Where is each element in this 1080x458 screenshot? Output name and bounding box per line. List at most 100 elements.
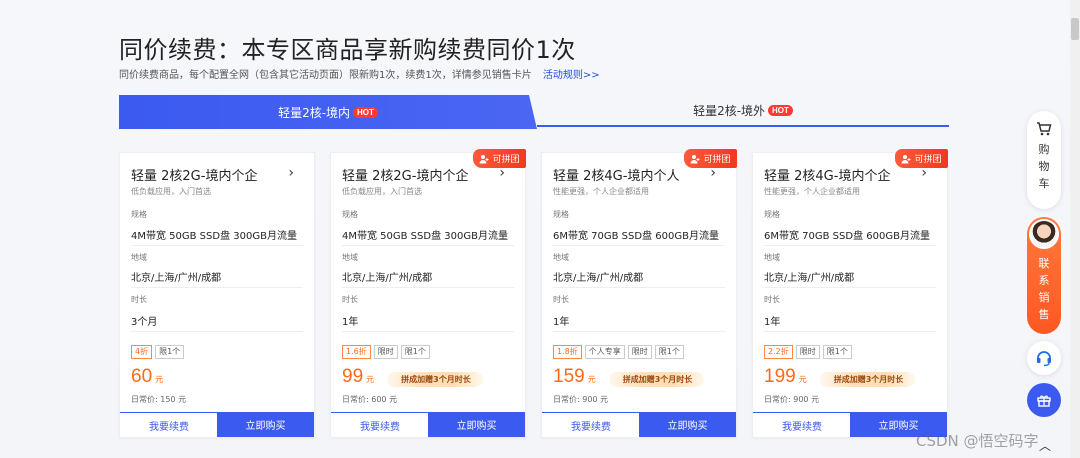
contact-sales-button[interactable]: 联系销售 <box>1027 217 1061 334</box>
buy-now-button[interactable]: 立即购买 <box>217 412 314 437</box>
limit-tag: 限1个 <box>155 345 185 359</box>
duration-value: 1年 <box>553 317 570 328</box>
region-value: 北京/上海/广州/成都 <box>342 273 433 284</box>
contact-sales-label: 联系销售 <box>1038 257 1050 321</box>
group-icon <box>479 154 489 163</box>
daily-price: 日常价: 900 元 <box>764 395 820 404</box>
group-icon <box>901 154 911 163</box>
price: 60 <box>131 366 153 387</box>
scroll-top-icon[interactable]: ︿ <box>1039 437 1051 454</box>
price: 99 <box>342 366 364 387</box>
price-row: 60 元 <box>131 366 163 388</box>
region-label: 地域 <box>342 253 358 262</box>
spec-value: 4M带宽 50GB SSD盘 300GB月流量 <box>131 231 297 242</box>
divider <box>131 245 303 246</box>
daily-price: 日常价: 900 元 <box>553 395 609 404</box>
renew-button[interactable]: 我要续费 <box>120 412 218 437</box>
currency-unit: 元 <box>798 375 807 384</box>
duration-label: 时长 <box>342 295 358 304</box>
discount-tag: 2.2折 <box>764 345 793 359</box>
renew-button[interactable]: 我要续费 <box>331 412 429 437</box>
chevron-right-icon[interactable]: › <box>710 165 716 181</box>
limit-tag: 限1个 <box>654 345 684 359</box>
tag-row: 1.6折 限时 限1个 <box>342 345 430 359</box>
headset-icon <box>1037 351 1051 367</box>
card-desc: 性能更强，个人企业都适用 <box>553 187 649 196</box>
divider <box>553 331 725 332</box>
subtitle-text: 同价续费商品，每个配置全网（包含其它活动页面）限新购1次，续费1次，详情参见销售… <box>119 70 532 81</box>
card-desc: 性能更强，个人企业都适用 <box>764 187 860 196</box>
gift-icon <box>1037 395 1051 407</box>
discount-tag: 1.6折 <box>342 345 371 359</box>
watermark: CSDN @悟空码字 <box>916 432 1039 450</box>
card-title[interactable]: 轻量 2核4G-境内个企 <box>764 165 890 184</box>
hot-badge: HOT <box>768 104 793 116</box>
divider <box>131 287 303 288</box>
spec-label: 规格 <box>131 210 147 219</box>
spec-label: 规格 <box>553 210 569 219</box>
region-value: 北京/上海/广州/成都 <box>131 273 222 284</box>
chevron-right-icon[interactable]: › <box>499 165 505 181</box>
tag-row: 1.8折 个人专享 限时 限1个 <box>553 345 684 359</box>
card-desc: 低负载应用，入门首选 <box>342 187 422 196</box>
card-title[interactable]: 轻量 2核4G-境内个人 <box>553 165 679 184</box>
currency-unit: 元 <box>155 375 164 384</box>
limit-tag: 限时 <box>627 345 652 359</box>
spec-label: 规格 <box>342 210 358 219</box>
page-title: 同价续费：本专区商品享新购续费同价1次 <box>119 36 576 64</box>
price-row: 99 元 拼成加赠3个月时长 <box>342 366 483 388</box>
spec-value: 6M带宽 70GB SSD盘 600GB月流量 <box>553 231 719 242</box>
scrollbar[interactable] <box>1070 0 1080 458</box>
price: 199 <box>764 366 796 387</box>
product-card: 轻量 2核2G-境内个企 › 低负载应用，入门首选 规格 4M带宽 50GB S… <box>119 152 315 438</box>
cart-button[interactable]: 购物车 <box>1027 111 1061 209</box>
daily-price: 日常价: 150 元 <box>131 395 187 404</box>
support-button[interactable] <box>1027 341 1061 375</box>
spec-value: 6M带宽 70GB SSD盘 600GB月流量 <box>764 231 930 242</box>
divider <box>342 287 514 288</box>
renew-button[interactable]: 我要续费 <box>753 412 851 437</box>
scrollbar-thumb[interactable] <box>1071 18 1079 40</box>
renew-button[interactable]: 我要续费 <box>542 412 640 437</box>
discount-tag: 1.8折 <box>553 345 582 359</box>
duration-label: 时长 <box>764 295 780 304</box>
limit-tag: 限1个 <box>400 345 430 359</box>
chevron-right-icon[interactable]: › <box>288 165 294 181</box>
card-title[interactable]: 轻量 2核2G-境内个企 <box>131 165 257 184</box>
divider <box>764 331 936 332</box>
region-value: 北京/上海/广州/成都 <box>764 273 855 284</box>
duration-label: 时长 <box>553 295 569 304</box>
limit-tag: 限1个 <box>822 345 852 359</box>
tag-row: 4折 限1个 <box>131 345 185 359</box>
divider <box>764 287 936 288</box>
divider <box>342 331 514 332</box>
spec-value: 4M带宽 50GB SSD盘 300GB月流量 <box>342 231 508 242</box>
page-subtitle: 同价续费商品，每个配置全网（包含其它活动页面）限新购1次，续费1次，详情参见销售… <box>119 66 600 81</box>
divider <box>342 245 514 246</box>
promo-ribbon: 拼成加赠3个月时长 <box>819 372 916 387</box>
group-buy-label: 可拼团 <box>703 155 731 165</box>
tag-row: 2.2折 限时 限1个 <box>764 345 852 359</box>
buy-now-button[interactable]: 立即购买 <box>639 412 736 437</box>
chevron-right-icon[interactable]: › <box>921 165 927 181</box>
product-card: 可拼团 轻量 2核2G-境内个企 › 低负载应用，入门首选 规格 4M带宽 50… <box>330 149 526 438</box>
region-label: 地域 <box>553 253 569 262</box>
divider <box>553 245 725 246</box>
tab-overseas[interactable]: 轻量2核-境外 HOT <box>537 95 949 127</box>
divider <box>131 331 303 332</box>
hot-badge: HOT <box>353 106 378 118</box>
tab-domestic[interactable]: 轻量2核-境内 HOT <box>119 95 537 129</box>
price: 159 <box>553 366 585 387</box>
currency-unit: 元 <box>366 375 375 384</box>
rules-link[interactable]: 活动规则>> <box>543 70 600 81</box>
currency-unit: 元 <box>587 375 596 384</box>
card-title[interactable]: 轻量 2核2G-境内个企 <box>342 165 468 184</box>
cart-icon <box>1037 122 1052 136</box>
avatar <box>1029 219 1059 249</box>
buy-now-button[interactable]: 立即购买 <box>428 412 525 437</box>
duration-value: 3个月 <box>131 317 158 328</box>
product-card: 可拼团 轻量 2核4G-境内个人 › 性能更强，个人企业都适用 规格 6M带宽 … <box>541 149 737 438</box>
price-row: 199 元 拼成加赠3个月时长 <box>764 366 916 388</box>
gift-button[interactable] <box>1027 383 1061 417</box>
product-card: 可拼团 轻量 2核4G-境内个企 › 性能更强，个人企业都适用 规格 6M带宽 … <box>752 149 948 438</box>
